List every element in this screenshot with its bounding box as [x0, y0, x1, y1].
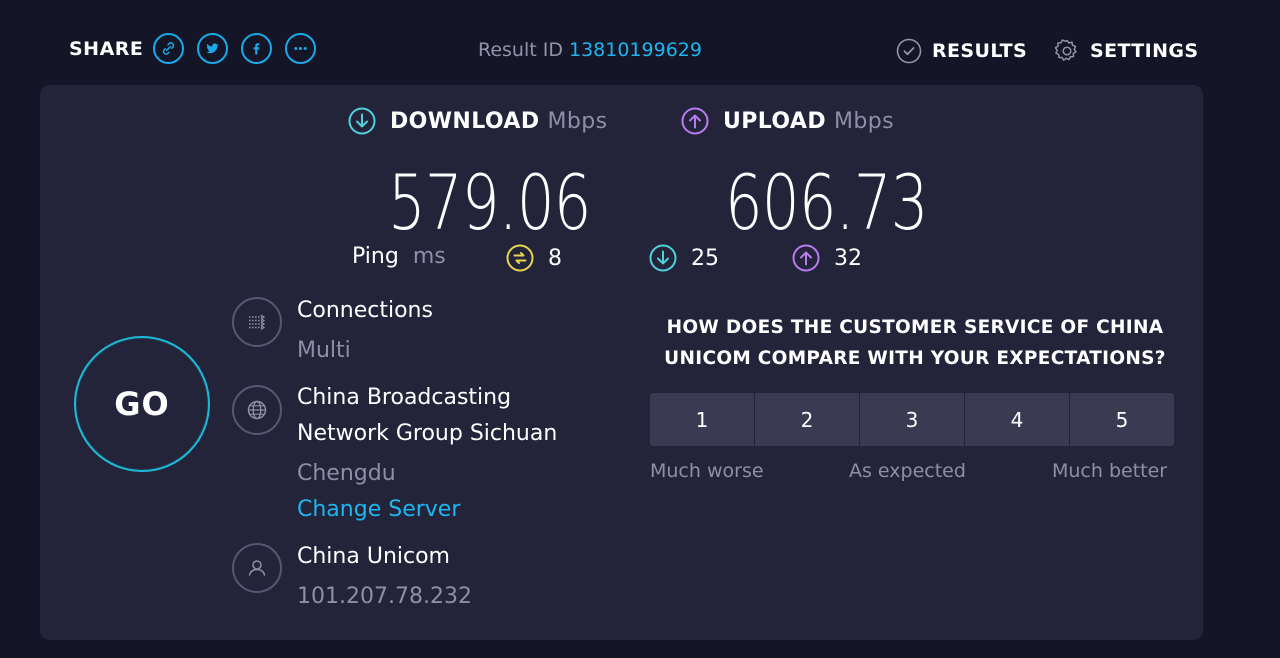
- rating-option-3[interactable]: 3: [860, 393, 964, 446]
- result-id-link[interactable]: 13810199629: [569, 39, 702, 61]
- twitter-icon[interactable]: [197, 33, 229, 64]
- results-button[interactable]: RESULTS: [896, 38, 1027, 64]
- ping-upload: 32: [792, 244, 862, 272]
- provider-ip: 101.207.78.232: [297, 584, 472, 609]
- server-info: China Broadcasting Network Group Sichuan…: [297, 380, 557, 528]
- ping-icon: [506, 244, 534, 272]
- result-panel: DOWNLOAD Mbps 579.06 UPLOAD Mbps 606.73 …: [40, 85, 1203, 640]
- connections-info: Connections Multi: [297, 293, 433, 369]
- ping-idle-value: 8: [548, 245, 562, 271]
- share-label: SHARE: [69, 37, 144, 60]
- settings-button[interactable]: SETTINGS: [1054, 38, 1198, 64]
- change-server-link[interactable]: Change Server: [297, 492, 557, 528]
- rating-option-2[interactable]: 2: [755, 393, 859, 446]
- rating-option-4[interactable]: 4: [965, 393, 1069, 446]
- rating-mid-label: As expected: [849, 460, 966, 482]
- go-button[interactable]: GO: [74, 336, 210, 472]
- facebook-icon[interactable]: [241, 33, 273, 64]
- survey-question: HOW DOES THE CUSTOMER SERVICE OF CHINA U…: [650, 312, 1180, 374]
- download-label: DOWNLOAD: [390, 108, 540, 134]
- download-unit: Mbps: [547, 108, 608, 134]
- upload-unit: Mbps: [834, 108, 895, 134]
- download-metric: DOWNLOAD Mbps 579.06: [348, 107, 608, 241]
- ping-row: Ping ms: [352, 244, 446, 269]
- rating-option-1[interactable]: 1: [650, 393, 754, 446]
- rating-low-label: Much worse: [650, 460, 764, 482]
- provider-name: China Unicom: [297, 544, 450, 569]
- download-arrow-icon: [649, 244, 677, 272]
- ping-unit: ms: [412, 244, 446, 269]
- server-name-line1: China Broadcasting: [297, 385, 512, 410]
- server-location: Chengdu: [297, 461, 396, 486]
- rating-high-label: Much better: [1052, 460, 1168, 482]
- survey-question-line2: UNICOM COMPARE WITH YOUR EXPECTATIONS?: [664, 348, 1166, 369]
- globe-icon: [232, 385, 282, 435]
- share-bar: SHARE: [69, 33, 329, 64]
- check-circle-icon: [896, 38, 922, 64]
- connections-title: Connections: [297, 298, 433, 323]
- settings-label: SETTINGS: [1090, 40, 1199, 62]
- connections-icon: [232, 297, 282, 347]
- rating-scale: 1 2 3 4 5: [650, 393, 1174, 446]
- ping-download-value: 25: [691, 245, 719, 271]
- upload-arrow-icon: [792, 244, 820, 272]
- connections-value: Multi: [297, 338, 351, 363]
- ping-label: Ping: [352, 244, 399, 269]
- result-id-label: Result ID: [478, 39, 563, 61]
- survey-question-line1: HOW DOES THE CUSTOMER SERVICE OF CHINA: [666, 317, 1164, 338]
- ping-idle: 8: [506, 244, 562, 272]
- download-arrow-icon: [348, 107, 376, 135]
- upload-label: UPLOAD: [723, 108, 827, 134]
- upload-metric: UPLOAD Mbps 606.73: [681, 107, 929, 241]
- ping-download: 25: [649, 244, 719, 272]
- result-id: Result ID 13810199629: [478, 39, 702, 61]
- ping-upload-value: 32: [834, 245, 862, 271]
- upload-arrow-icon: [681, 107, 709, 135]
- upload-value: 606.73: [725, 158, 929, 247]
- more-icon[interactable]: [285, 33, 317, 64]
- download-value: 579.06: [388, 158, 592, 247]
- link-icon[interactable]: [153, 33, 185, 64]
- rating-option-5[interactable]: 5: [1070, 393, 1174, 446]
- server-name-line2: Network Group Sichuan: [297, 421, 558, 446]
- results-label: RESULTS: [932, 40, 1028, 62]
- gear-icon: [1054, 39, 1077, 61]
- provider-info: China Unicom 101.207.78.232: [297, 539, 472, 615]
- user-icon: [232, 543, 282, 593]
